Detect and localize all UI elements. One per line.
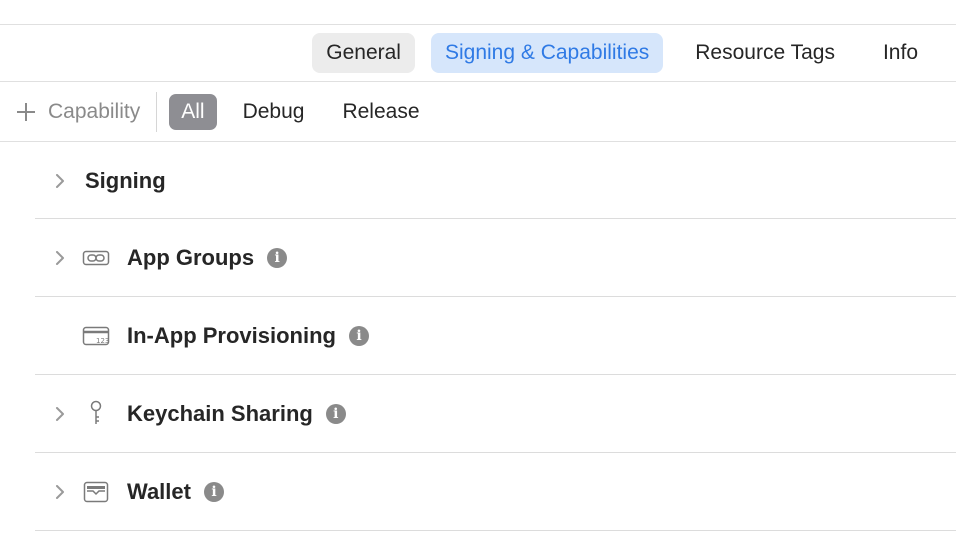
chevron-right-icon[interactable] bbox=[53, 250, 67, 265]
capability-row-signing[interactable]: Signing bbox=[35, 142, 956, 219]
add-capability-button[interactable]: Capability bbox=[16, 100, 140, 124]
segment-all[interactable]: All bbox=[169, 93, 217, 130]
capabilities-editor: General Signing & Capabilities Resource … bbox=[0, 0, 956, 556]
capability-row-app-groups[interactable]: App Groups i bbox=[35, 219, 956, 296]
tab-resource-tags[interactable]: Resource Tags bbox=[679, 33, 851, 73]
info-icon[interactable]: i bbox=[267, 247, 288, 268]
wallet-icon bbox=[82, 480, 110, 504]
chevron-right-icon[interactable] bbox=[53, 173, 67, 188]
info-icon[interactable]: i bbox=[203, 481, 224, 502]
capability-row-keychain-sharing[interactable]: Keychain Sharing i bbox=[35, 375, 956, 452]
add-capability-label: Capability bbox=[48, 99, 141, 123]
plus-icon bbox=[16, 102, 36, 122]
tab-signing-capabilities[interactable]: Signing & Capabilities bbox=[430, 33, 664, 73]
info-icon[interactable]: i bbox=[325, 403, 346, 424]
chevron-right-icon[interactable] bbox=[53, 406, 67, 421]
svg-text:123: 123 bbox=[96, 337, 109, 345]
chevron-right-icon[interactable] bbox=[53, 484, 67, 499]
capability-row-wallet[interactable]: Wallet i bbox=[35, 453, 956, 530]
card-icon: 123 bbox=[82, 324, 110, 348]
tab-general[interactable]: General bbox=[312, 33, 415, 73]
capability-row-in-app-provisioning: 123 In-App Provisioning i bbox=[35, 297, 956, 374]
key-icon bbox=[82, 400, 110, 426]
segment-release[interactable]: Release bbox=[330, 94, 431, 130]
capability-label: Wallet bbox=[127, 478, 191, 504]
tab-info[interactable]: Info bbox=[867, 33, 934, 73]
capability-label: App Groups bbox=[127, 244, 255, 270]
row-divider bbox=[35, 530, 956, 531]
segment-debug[interactable]: Debug bbox=[231, 94, 317, 130]
info-icon[interactable]: i bbox=[349, 325, 369, 346]
editor-tab-bar: General Signing & Capabilities Resource … bbox=[0, 25, 956, 81]
capability-label: In-App Provisioning bbox=[127, 322, 336, 348]
link-icon bbox=[82, 246, 110, 270]
capability-label: Signing bbox=[85, 167, 166, 193]
filter-separator bbox=[156, 91, 158, 132]
capability-label: Keychain Sharing bbox=[127, 400, 313, 426]
filter-bar: Capability All Debug Release bbox=[0, 82, 956, 141]
